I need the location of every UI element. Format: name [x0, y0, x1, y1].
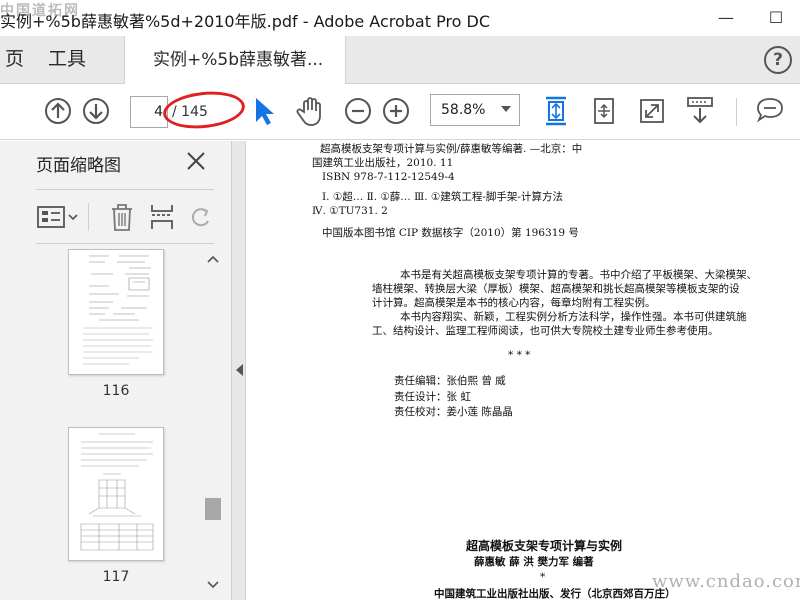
doc-line: 中国建筑工业出版社出版、发行（北京西郊百万庄）: [434, 588, 676, 600]
doc-line: 超高模板支架专项计算与实例: [466, 539, 623, 553]
thumbnail-label: 116: [102, 383, 130, 399]
page-thumbnails-panel: 页面缩略图 116 117: [0, 141, 232, 600]
comment-icon[interactable]: [754, 94, 786, 128]
thumbnail-preview: [83, 255, 153, 365]
chevron-down-icon: [501, 106, 511, 112]
maximize-button[interactable]: ☐: [756, 2, 796, 34]
panel-toolbar: [36, 197, 214, 237]
trash-icon[interactable]: [108, 201, 136, 233]
doc-line: Ⅰ. ①超… Ⅱ. ①薛… Ⅲ. ①建筑工程-脚手架-计算方法: [322, 191, 563, 203]
rotate-icon[interactable]: [188, 201, 214, 233]
doc-line: ISBN 978-7-112-12549-4: [322, 171, 455, 183]
toolbar: 4 / 145 58.8%: [0, 84, 800, 140]
panel-toolbar-separator: [88, 203, 89, 231]
hand-icon[interactable]: [294, 94, 326, 128]
doc-line: 墙柱模架、转换层大梁（厚板）模架、超高模架和挑长超高模架等模板支架的设: [372, 283, 740, 295]
doc-line: *: [540, 571, 546, 583]
doc-line: 计计算。超高模架是本书的核心内容，每章均附有工程实例。: [372, 297, 656, 309]
scroll-up-icon[interactable]: [205, 253, 221, 265]
select-arrow-icon[interactable]: [248, 94, 280, 128]
tab-document[interactable]: 实例+%5b薛惠敏著...: [124, 36, 346, 84]
toolbar-separator: [736, 98, 737, 126]
doc-line: 责任编辑：张伯熙 曾 威: [394, 375, 506, 387]
thumbnail-options-icon[interactable]: [36, 201, 80, 233]
panel-divider: [36, 243, 214, 244]
help-button[interactable]: ?: [764, 46, 792, 74]
doc-line: 薛惠敏 薛 洪 樊力军 编著: [474, 556, 594, 568]
window-title: 实例+%5b薛惠敏著%5d+2010年版.pdf - Adobe Acrobat…: [0, 12, 491, 31]
doc-line: 本书内容翔实、新颖，工程实例分析方法科学，操作性强。本书可供建筑施: [400, 311, 747, 323]
arrow-up-circle-icon[interactable]: [42, 94, 74, 128]
doc-line: * * *: [508, 349, 531, 361]
zoom-in-icon[interactable]: [380, 94, 412, 128]
rotate-page-icon[interactable]: [588, 94, 620, 128]
tab-bar: 页 工具 实例+%5b薛惠敏著... ?: [0, 36, 800, 84]
minimize-button[interactable]: —: [706, 2, 746, 34]
zoom-select[interactable]: 58.8%: [430, 94, 520, 126]
doc-line: 中国版本图书馆 CIP 数据核字（2010）第 196319 号: [322, 227, 579, 239]
doc-line: 超高模板支架专项计算与实例/薛惠敏等编著. —北京：中: [320, 143, 583, 155]
page-thumbnail[interactable]: [68, 427, 164, 561]
thumbnail-label: 117: [102, 569, 130, 585]
title-bar: 中国道拓网 实例+%5b薛惠敏著%5d+2010年版.pdf - Adobe A…: [0, 0, 800, 36]
insert-page-icon[interactable]: [148, 201, 176, 233]
scroll-mode-icon[interactable]: [684, 94, 716, 128]
fit-page-icon[interactable]: [540, 94, 572, 128]
zoom-value: 58.8%: [441, 102, 486, 118]
scrollbar-thumb[interactable]: [205, 498, 221, 520]
document-view[interactable]: 超高模板支架专项计算与实例/薛惠敏等编著. —北京：中 国建筑工业出版社，201…: [246, 141, 800, 600]
thumbnail-preview: [80, 433, 154, 551]
doc-line: Ⅳ. ①TU731. 2: [312, 205, 388, 217]
doc-line: 责任校对：姜小莲 陈晶晶: [394, 406, 513, 418]
page-thumbnail[interactable]: [68, 249, 164, 375]
doc-line: 国建筑工业出版社，2010. 11: [312, 157, 454, 169]
close-icon[interactable]: [184, 149, 208, 173]
scroll-down-icon[interactable]: [205, 579, 221, 591]
panel-divider: [36, 189, 214, 190]
tab-document-label: 实例+%5b薛惠敏著...: [153, 50, 324, 70]
doc-line: 责任设计：张 虹: [394, 391, 471, 403]
panel-title: 页面缩略图: [36, 156, 121, 176]
doc-line: 本书是有关超高模板支架专项计算的专著。书中介绍了平板模架、大梁模架、: [400, 269, 757, 281]
collapse-panel-icon[interactable]: [236, 364, 243, 376]
zoom-out-icon[interactable]: [342, 94, 374, 128]
doc-line: 工、结构设计、监理工程师阅读，也可供大专院校土建专业师生参考使用。: [372, 325, 719, 337]
tab-tools[interactable]: 工具: [48, 36, 86, 83]
fullscreen-icon[interactable]: [636, 94, 668, 128]
arrow-down-circle-icon[interactable]: [80, 94, 112, 128]
tab-home[interactable]: 页: [0, 36, 24, 83]
watermark-bottom-right: www.cndao.com: [652, 571, 800, 592]
